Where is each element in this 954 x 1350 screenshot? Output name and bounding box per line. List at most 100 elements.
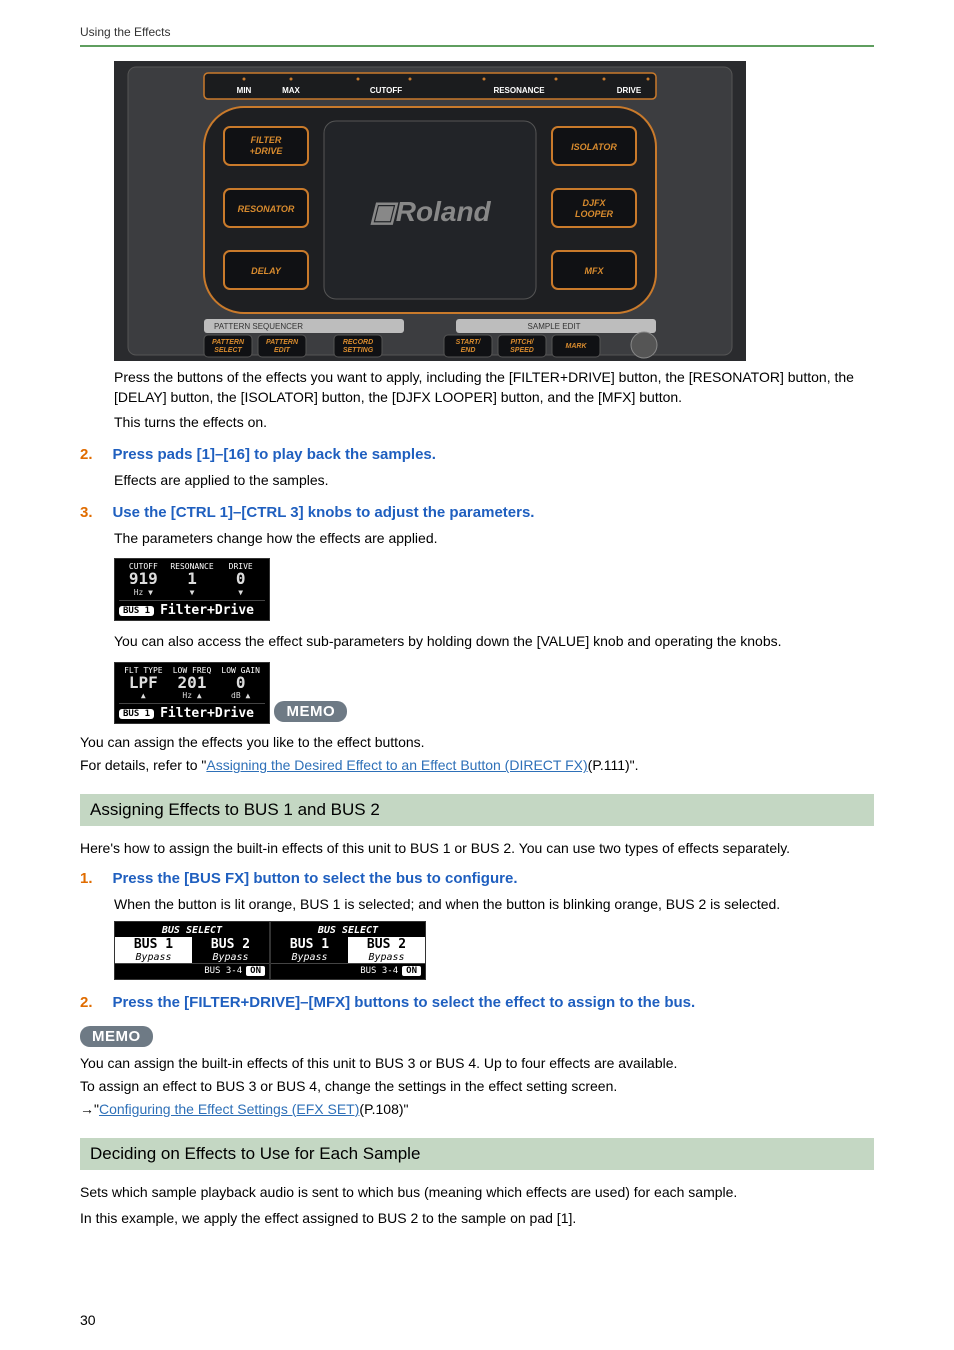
memo-badge: MEMO (80, 1026, 153, 1047)
svg-text:PATTERN: PATTERN (266, 339, 299, 346)
lcd-value: 0 (216, 571, 265, 588)
lcd-display-1: CUTOFF RESONANCE DRIVE 919 1 0 Hz ▼ ▼ ▼ … (114, 558, 270, 621)
bus-select-panel-2: BUS SELECT BUS 1 Bypass BUS 2 Bypass BUS… (270, 921, 426, 980)
paragraph: Press the buttons of the effects you wan… (114, 367, 874, 408)
step-instruction: Press the [BUS FX] button to select the … (112, 870, 517, 887)
lcd-sub: ▼ (168, 588, 217, 597)
lcd-sub: dB ▲ (216, 691, 265, 700)
bus-footer-on: ON (246, 966, 265, 976)
hero-label-cutoff: CUTOFF (370, 86, 402, 95)
lcd-value: 0 (216, 675, 265, 692)
svg-text:START/: START/ (456, 339, 482, 346)
lcd-sub: ▲ (119, 691, 168, 700)
step-number: 3. (80, 504, 108, 521)
section-heading: Assigning Effects to BUS 1 and BUS 2 (80, 794, 874, 826)
lcd-value: 201 (168, 675, 217, 692)
memo-badge: MEMO (274, 701, 347, 722)
bus-label: BUS 1 (273, 937, 346, 952)
bus-bypass: Bypass (273, 952, 346, 963)
device-panel-illustration: MIN MAX CUTOFF RESONANCE DRIVE ▣Roland F… (114, 61, 746, 361)
memo-text: →"Configuring the Effect Settings (EFX S… (80, 1099, 874, 1120)
memo-link[interactable]: Assigning the Desired Effect to an Effec… (206, 757, 587, 773)
svg-text:▣Roland: ▣Roland (369, 196, 491, 227)
hero-btn-mfx: MFX (552, 251, 636, 289)
bus-select-title: BUS SELECT (115, 922, 269, 937)
bus-bypass: Bypass (350, 952, 423, 963)
bus-footer-on: ON (402, 966, 421, 976)
memo-text: You can assign the built-in effects of t… (80, 1053, 874, 1074)
step-number: 2. (80, 994, 108, 1011)
memo-text-prefix: For details, refer to " (80, 757, 206, 773)
page-number: 30 (80, 1312, 96, 1328)
bus-footer-label: BUS 3-4 (360, 966, 398, 976)
svg-text:SPEED: SPEED (510, 347, 534, 354)
svg-text:RECORD: RECORD (343, 339, 373, 346)
lcd-value: 1 (168, 571, 217, 588)
hero-btn-filter-drive: FILTER +DRIVE (224, 127, 308, 165)
lcd-value: 919 (119, 571, 168, 588)
memo-text-suffix: (P.111)". (588, 757, 639, 773)
memo-arrow: →" (80, 1101, 99, 1117)
hero-label-min: MIN (237, 86, 252, 95)
bus-label: BUS 2 (350, 937, 423, 952)
lcd-display-2: FLT TYPE LOW FREQ LOW GAIN LPF 201 0 ▲ H… (114, 662, 270, 725)
paragraph: This turns the effects on. (114, 412, 874, 432)
step-instruction: Press the [FILTER+DRIVE]–[MFX] buttons t… (112, 994, 695, 1011)
paragraph: When the button is lit orange, BUS 1 is … (114, 894, 874, 914)
bus-bypass: Bypass (194, 952, 267, 963)
svg-text:END: END (461, 347, 476, 354)
lcd-effect-name: Filter+Drive (160, 603, 254, 618)
paragraph: In this example, we apply the effect ass… (80, 1210, 874, 1226)
paragraph: Effects are applied to the samples. (114, 470, 874, 490)
svg-text:SETTING: SETTING (343, 347, 374, 354)
hero-strip-left: PATTERN SEQUENCER (214, 322, 303, 331)
paragraph: Here's how to assign the built-in effect… (80, 840, 874, 856)
bus-select-title: BUS SELECT (271, 922, 425, 937)
step-instruction: Use the [CTRL 1]–[CTRL 3] knobs to adjus… (112, 504, 534, 521)
section-heading: Deciding on Effects to Use for Each Samp… (80, 1138, 874, 1170)
svg-text:MFX: MFX (585, 266, 605, 276)
lcd-sub: Hz ▼ (119, 588, 168, 597)
paragraph: You can also access the effect sub-param… (114, 631, 874, 651)
svg-text:FILTER: FILTER (251, 135, 282, 145)
svg-text:+DRIVE: +DRIVE (250, 146, 284, 156)
svg-text:RESONATOR: RESONATOR (238, 204, 295, 214)
bus-label: BUS 1 (117, 937, 190, 952)
memo-text-suffix: (P.108)" (359, 1101, 408, 1117)
hero-strip-right: SAMPLE EDIT (528, 322, 581, 331)
bus-select-panel-1: BUS SELECT BUS 1 Bypass BUS 2 Bypass BUS… (114, 921, 270, 980)
step-number: 1. (80, 870, 108, 887)
svg-text:DJFX: DJFX (582, 198, 606, 208)
hero-label-drive: DRIVE (617, 86, 642, 95)
svg-text:PITCH/: PITCH/ (511, 339, 535, 346)
bus-footer-label: BUS 3-4 (204, 966, 242, 976)
hero-btn-isolator: ISOLATOR (552, 127, 636, 165)
memo-link[interactable]: Configuring the Effect Settings (EFX SET… (99, 1101, 359, 1117)
hero-btn-delay: DELAY (224, 251, 308, 289)
hero-label-resonance: RESONANCE (493, 86, 545, 95)
svg-text:MARK: MARK (566, 343, 588, 350)
lcd-sub: ▼ (216, 588, 265, 597)
bus-label: BUS 2 (194, 937, 267, 952)
memo-text: To assign an effect to BUS 3 or BUS 4, c… (80, 1076, 874, 1097)
memo-text: You can assign the effects you like to t… (80, 732, 874, 753)
svg-text:SELECT: SELECT (214, 347, 242, 354)
bus-bypass: Bypass (117, 952, 190, 963)
hero-btn-djfx-looper: DJFX LOOPER (552, 189, 636, 227)
lcd-sub: Hz ▲ (168, 691, 217, 700)
svg-text:EDIT: EDIT (274, 347, 291, 354)
running-head: Using the Effects (80, 25, 874, 47)
roland-logo-text: Roland (396, 196, 492, 227)
lcd-value: LPF (119, 675, 168, 692)
paragraph: Sets which sample playback audio is sent… (80, 1184, 874, 1200)
step-number: 2. (80, 446, 108, 463)
paragraph: The parameters change how the effects ar… (114, 528, 874, 548)
lcd-bus-pill: BUS 1 (119, 606, 154, 616)
svg-text:LOOPER: LOOPER (575, 209, 614, 219)
svg-text:DELAY: DELAY (251, 266, 282, 276)
hero-btn-resonator: RESONATOR (224, 189, 308, 227)
svg-text:PATTERN: PATTERN (212, 339, 245, 346)
lcd-effect-name: Filter+Drive (160, 706, 254, 721)
step-instruction: Press pads [1]–[16] to play back the sam… (112, 446, 435, 463)
memo-text: For details, refer to "Assigning the Des… (80, 755, 874, 776)
